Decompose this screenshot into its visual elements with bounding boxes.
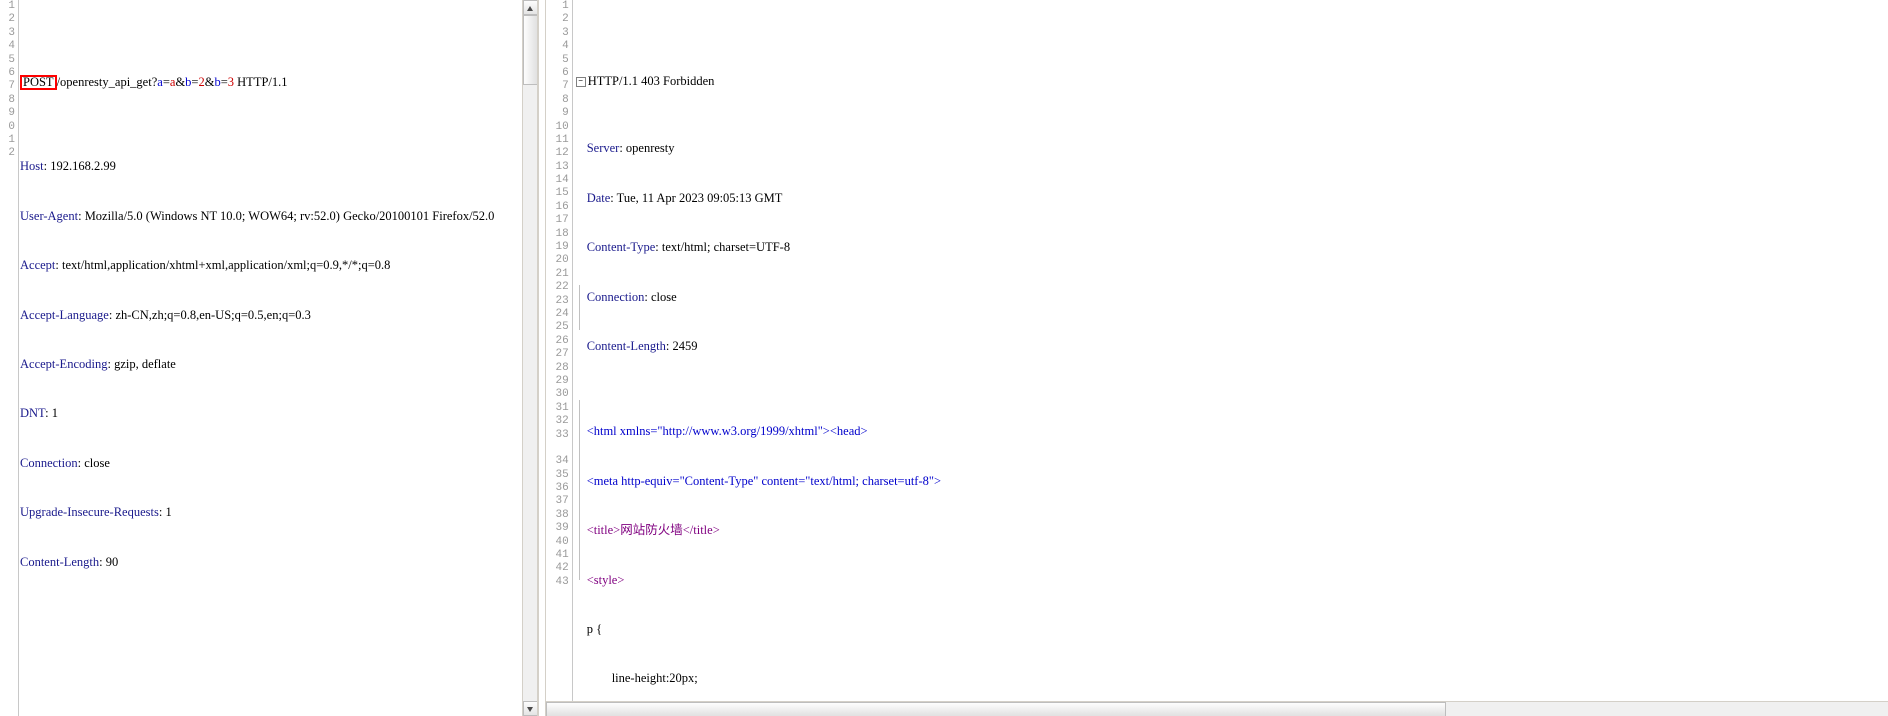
request-header-row: Accept-Encoding: gzip, deflate xyxy=(20,356,176,371)
response-body-row: <style> xyxy=(586,572,625,587)
header-name: Server xyxy=(586,141,620,156)
header-value: Tue, 11 Apr 2023 09:05:13 GMT xyxy=(616,190,783,205)
query-eq: = xyxy=(220,75,228,89)
header-value: text/html; charset=UTF-8 xyxy=(661,240,791,255)
line-number: 3 xyxy=(8,26,15,39)
http-method-highlight: POST xyxy=(20,75,57,90)
query-amp: & xyxy=(204,75,215,89)
panel-splitter[interactable] xyxy=(537,0,546,716)
right-horizontal-scrollbar[interactable] xyxy=(545,701,1888,716)
line-number: 4 xyxy=(8,40,15,53)
response-header-row: Content-Type: text/html; charset=UTF-8 xyxy=(586,240,791,255)
header-name: Host xyxy=(20,159,44,174)
header-value: 2459 xyxy=(672,338,698,353)
response-header-row: Content-Length: 2459 xyxy=(586,338,698,353)
header-name: User-Agent xyxy=(20,208,79,223)
request-header-row: Connection: close xyxy=(20,455,110,470)
request-path: /openresty_api_get? xyxy=(56,75,158,89)
line-number: 5 xyxy=(8,53,15,66)
line-number: 2 xyxy=(8,147,15,160)
header-value: 192.168.2.99 xyxy=(50,159,116,174)
response-status-line: − HTTP/1.1 403 Forbidden xyxy=(575,74,1529,88)
header-value: gzip, deflate xyxy=(114,356,176,371)
header-name: Connection xyxy=(20,455,78,470)
header-value: zh-CN,zh;q=0.8,en-US;q=0.5,en;q=0.3 xyxy=(115,307,311,322)
line-number: 1 xyxy=(8,133,15,146)
scrollbar-thumb[interactable] xyxy=(522,15,537,85)
request-line-number-gutter: 1 2 3 4 5 6 7 8 9 0 1 2 xyxy=(0,0,19,716)
http-version: HTTP/1.1 xyxy=(237,75,288,89)
header-name: Upgrade-Insecure-Requests xyxy=(20,505,159,520)
header-value: close xyxy=(650,289,677,304)
header-name: Content-Length xyxy=(586,338,666,353)
http-inspector-window: 1 2 3 4 5 6 7 8 9 0 1 2 POST/openresty_a… xyxy=(0,0,1888,716)
request-header-row: Accept-Language: zh-CN,zh;q=0.8,en-US;q=… xyxy=(20,307,311,322)
line-number: 6 xyxy=(8,66,15,79)
scroll-up-arrow-icon[interactable] xyxy=(522,0,537,15)
request-header-row: Host: 192.168.2.99 xyxy=(20,159,116,174)
header-name: Date xyxy=(586,190,611,205)
request-header-row: User-Agent: Mozilla/5.0 (Windows NT 10.0… xyxy=(20,208,495,223)
request-header-row: Content-Length: 90 xyxy=(20,554,119,569)
header-name: Accept-Encoding xyxy=(20,356,108,371)
header-name: Content-Type xyxy=(586,240,656,255)
response-header-row: Server: openresty xyxy=(586,141,675,156)
response-body-row: line-height:20px; xyxy=(586,671,698,686)
fold-collapse-icon[interactable]: − xyxy=(575,77,586,88)
line-number: 2 xyxy=(8,13,15,26)
http-request-panel: 1 2 3 4 5 6 7 8 9 0 1 2 POST/openresty_a… xyxy=(0,0,538,716)
header-value: openresty xyxy=(625,141,675,156)
response-code-area[interactable]: 1234 5678 9 10 11 12 13 14 15 16 17 18 19 20 21 22… xyxy=(545,0,1888,716)
request-header-row: Accept: text/html,application/xhtml+xml,… xyxy=(20,258,391,273)
header-value: close xyxy=(84,455,110,470)
http-response-panel: 1234 5678 9 10 11 12 13 14 15 16 17 18 19 20 21 22… xyxy=(545,0,1888,716)
response-text-content: − HTTP/1.1 403 Forbidden Server: openrest… xyxy=(575,0,1529,716)
request-line: POST/openresty_api_get?a=a&b=2&b=3 HTTP/… xyxy=(20,75,494,90)
response-header-row: Date: Tue, 11 Apr 2023 09:05:13 GMT xyxy=(586,190,783,205)
header-value: 1 xyxy=(165,505,172,520)
header-value: 1 xyxy=(51,406,58,421)
response-body-row: <title>网站防火墙</title> xyxy=(586,523,720,538)
line-number: 8 xyxy=(8,93,15,106)
response-body-row: p { xyxy=(586,621,603,636)
query-eq: = xyxy=(162,75,170,89)
line-number: 1 xyxy=(8,0,15,12)
header-name: Connection xyxy=(586,289,645,304)
header-value: Mozilla/5.0 (Windows NT 10.0; WOW64; rv:… xyxy=(84,208,495,223)
line-number: 9 xyxy=(8,107,15,120)
scroll-down-arrow-icon[interactable] xyxy=(522,701,537,716)
header-name: Content-Length xyxy=(20,554,100,569)
response-line-number-gutter: 1234 5678 9 10 11 12 13 14 15 16 17 18 19 20 21 22… xyxy=(545,0,573,716)
request-header-row: DNT: 1 xyxy=(20,406,58,421)
request-text-content: POST/openresty_api_get?a=a&b=2&b=3 HTTP/… xyxy=(20,0,494,716)
left-vertical-scrollbar[interactable] xyxy=(521,0,537,716)
request-header-row: Upgrade-Insecure-Requests: 1 xyxy=(20,505,172,520)
response-header-row: Connection: close xyxy=(586,289,677,304)
header-name: DNT xyxy=(20,406,46,421)
query-amp: & xyxy=(175,75,186,89)
header-name: Accept-Language xyxy=(20,307,109,322)
response-body-row: <html xmlns="http://www.w3.org/1999/xhtm… xyxy=(586,424,868,439)
line-number: 7 xyxy=(8,80,15,93)
header-name: Accept xyxy=(20,258,56,273)
response-body-row: <meta http-equiv="Content-Type" content=… xyxy=(586,473,942,488)
scrollbar-thumb[interactable] xyxy=(545,702,1446,716)
line-number: 0 xyxy=(8,120,15,133)
header-value: 90 xyxy=(105,554,119,569)
header-value: text/html,application/xhtml+xml,applicat… xyxy=(62,258,391,273)
request-code-area[interactable]: 1 2 3 4 5 6 7 8 9 0 1 2 POST/openresty_a… xyxy=(0,0,537,716)
